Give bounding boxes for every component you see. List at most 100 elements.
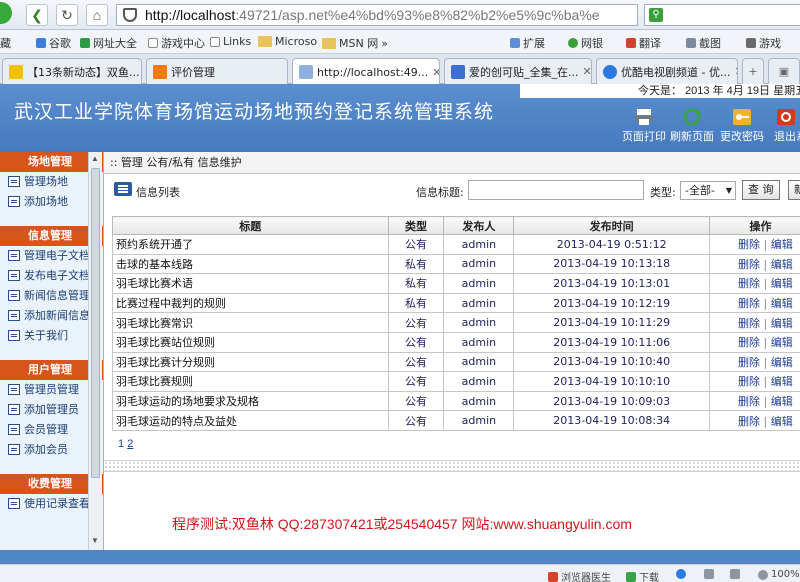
edit-link[interactable]: 编辑 xyxy=(771,277,793,290)
row-title[interactable]: 羽毛球比赛常识 xyxy=(112,312,389,333)
document-icon xyxy=(8,176,20,187)
fav-item[interactable]: 藏 xyxy=(0,35,11,51)
delete-link[interactable]: 删除 xyxy=(738,277,760,290)
fav-item[interactable]: 谷歌 xyxy=(36,35,71,51)
row-title[interactable]: 羽毛球比赛术语 xyxy=(112,273,389,294)
row-title[interactable]: 羽毛球运动的特点及益处 xyxy=(112,410,389,431)
document-icon xyxy=(8,196,20,207)
delete-link[interactable]: 删除 xyxy=(738,336,760,349)
row-title[interactable]: 击球的基本线路 xyxy=(112,253,389,275)
tab-2[interactable]: 评价管理 xyxy=(146,58,288,84)
search-toolbar: 信息列表 信息标题: 类型: -全部- ▼ 查 询 新 xyxy=(104,178,800,204)
magnifier-icon xyxy=(758,569,768,580)
col-author[interactable]: 发布人 xyxy=(443,216,515,235)
col-time[interactable]: 发布时间 xyxy=(513,216,711,235)
delete-link[interactable]: 删除 xyxy=(738,356,760,369)
fav-item[interactable]: 网址大全 xyxy=(80,35,137,51)
tab-active[interactable]: http://localhost:49...✕ xyxy=(292,58,440,85)
sidebar-scrollbar[interactable]: ▲ ▼ xyxy=(88,152,102,550)
list-icon xyxy=(114,182,132,196)
browser-search-input[interactable]: ⚲ xyxy=(644,4,800,26)
edit-link[interactable]: 编辑 xyxy=(771,395,793,408)
back-button[interactable]: ❮ xyxy=(26,4,48,26)
fav-item[interactable]: Links xyxy=(210,35,251,48)
close-tab-icon[interactable]: ✕ xyxy=(583,65,592,78)
star-icon xyxy=(9,64,23,79)
delete-link[interactable]: 删除 xyxy=(738,395,760,408)
delete-link[interactable]: 删除 xyxy=(738,238,760,251)
close-tab-icon[interactable]: ✕ xyxy=(432,66,439,79)
new-tab-button[interactable]: + xyxy=(742,58,764,84)
tab-1[interactable]: 【13条新动态】双鱼... xyxy=(2,58,142,84)
document-icon xyxy=(8,250,20,261)
ie-mode-icon[interactable] xyxy=(676,569,686,579)
extensions-button[interactable]: 扩展 xyxy=(510,35,545,51)
refresh-button[interactable]: ↻ xyxy=(56,4,78,26)
download-button[interactable]: 下载 xyxy=(626,569,659,582)
scroll-up-icon[interactable]: ▲ xyxy=(91,154,99,163)
tab-4[interactable]: 爱的创可贴_全集_在... ✕ xyxy=(444,58,592,84)
games-button[interactable]: 游戏 xyxy=(746,35,781,51)
search-title-input[interactable] xyxy=(468,180,644,200)
close-tab-icon[interactable]: ✕ xyxy=(734,65,737,78)
row-time: 2013-04-19 10:13:18 xyxy=(513,253,711,275)
edit-link[interactable]: 编辑 xyxy=(771,258,793,271)
table-row: 比赛过程中裁判的规则 私有 admin 2013-04-19 10:12:19 删除 |… xyxy=(112,292,800,314)
logout-button[interactable]: 退出系 xyxy=(768,108,800,144)
url-input[interactable]: http://localhost:49721/asp.net%e4%bd%93%… xyxy=(116,4,638,26)
type-select[interactable]: -全部- ▼ xyxy=(680,181,736,200)
search-button[interactable]: 查 询 xyxy=(742,180,780,200)
table-row: 羽毛球比赛计分规则 公有 admin 2013-04-19 10:10:40 删除 | … xyxy=(112,351,800,373)
scroll-down-icon[interactable]: ▼ xyxy=(91,536,99,545)
delete-link[interactable]: 删除 xyxy=(738,258,760,271)
row-title[interactable]: 羽毛球比赛计分规则 xyxy=(112,351,389,373)
scroll-thumb[interactable] xyxy=(91,168,100,478)
delete-link[interactable]: 删除 xyxy=(738,375,760,388)
change-password-button[interactable]: 更改密码 xyxy=(718,108,766,144)
screenshot-button[interactable]: 截图 xyxy=(686,35,721,51)
search-icon: ⚲ xyxy=(649,8,663,22)
row-title[interactable]: 预约系统开通了 xyxy=(112,234,389,255)
media-icon[interactable] xyxy=(704,569,714,579)
translate-button[interactable]: 翻译 xyxy=(626,35,661,51)
row-author: admin xyxy=(443,253,515,275)
fav-item[interactable]: Microso xyxy=(258,35,317,48)
edit-link[interactable]: 编辑 xyxy=(771,375,793,388)
refresh-page-button[interactable]: 刷新页面 xyxy=(668,108,716,144)
shield-icon xyxy=(123,8,137,22)
edit-link[interactable]: 编辑 xyxy=(771,336,793,349)
tool-label: 网银 xyxy=(581,37,603,50)
row-type: 公有 xyxy=(387,234,445,255)
zoom-control[interactable]: 100% xyxy=(758,569,800,580)
tool-label: 退出系 xyxy=(774,130,800,143)
col-type[interactable]: 类型 xyxy=(387,216,445,235)
edit-link[interactable]: 编辑 xyxy=(771,356,793,369)
sound-icon[interactable] xyxy=(730,569,740,579)
edit-link[interactable]: 编辑 xyxy=(771,238,793,251)
fav-item[interactable]: 游戏中心 xyxy=(148,35,205,51)
row-title[interactable]: 比赛过程中裁判的规则 xyxy=(112,292,389,314)
col-title[interactable]: 标题 xyxy=(112,216,389,235)
delete-link[interactable]: 删除 xyxy=(738,317,760,330)
tab-5[interactable]: 优酷电视剧频道 - 优...✕ xyxy=(596,58,738,84)
add-button[interactable]: 新 xyxy=(788,180,800,200)
fav-item[interactable]: MSN 网» xyxy=(322,35,388,51)
url-host: http://localhost xyxy=(145,7,236,23)
row-time: 2013-04-19 10:08:34 xyxy=(513,410,711,431)
edit-link[interactable]: 编辑 xyxy=(771,317,793,330)
page-link[interactable]: 2 xyxy=(127,438,133,450)
edit-link[interactable]: 编辑 xyxy=(771,415,793,428)
ebank-button[interactable]: 网银 xyxy=(568,35,603,51)
home-button[interactable]: ⌂ xyxy=(86,4,108,26)
browser-doctor-button[interactable]: 浏览器医生 xyxy=(548,569,611,582)
tab-menu-button[interactable]: ▣ xyxy=(768,58,800,84)
delete-link[interactable]: 删除 xyxy=(738,415,760,428)
row-title[interactable]: 羽毛球比赛规则 xyxy=(112,371,389,392)
delete-link[interactable]: 删除 xyxy=(738,297,760,310)
speaker-icon xyxy=(730,569,740,579)
row-title[interactable]: 羽毛球比赛站位规则 xyxy=(112,331,389,353)
edit-link[interactable]: 编辑 xyxy=(771,297,793,310)
print-page-button[interactable]: 页面打印 xyxy=(620,108,668,144)
page-link[interactable]: 1 xyxy=(118,438,124,450)
row-title[interactable]: 羽毛球运动的场地要求及规格 xyxy=(112,390,389,412)
